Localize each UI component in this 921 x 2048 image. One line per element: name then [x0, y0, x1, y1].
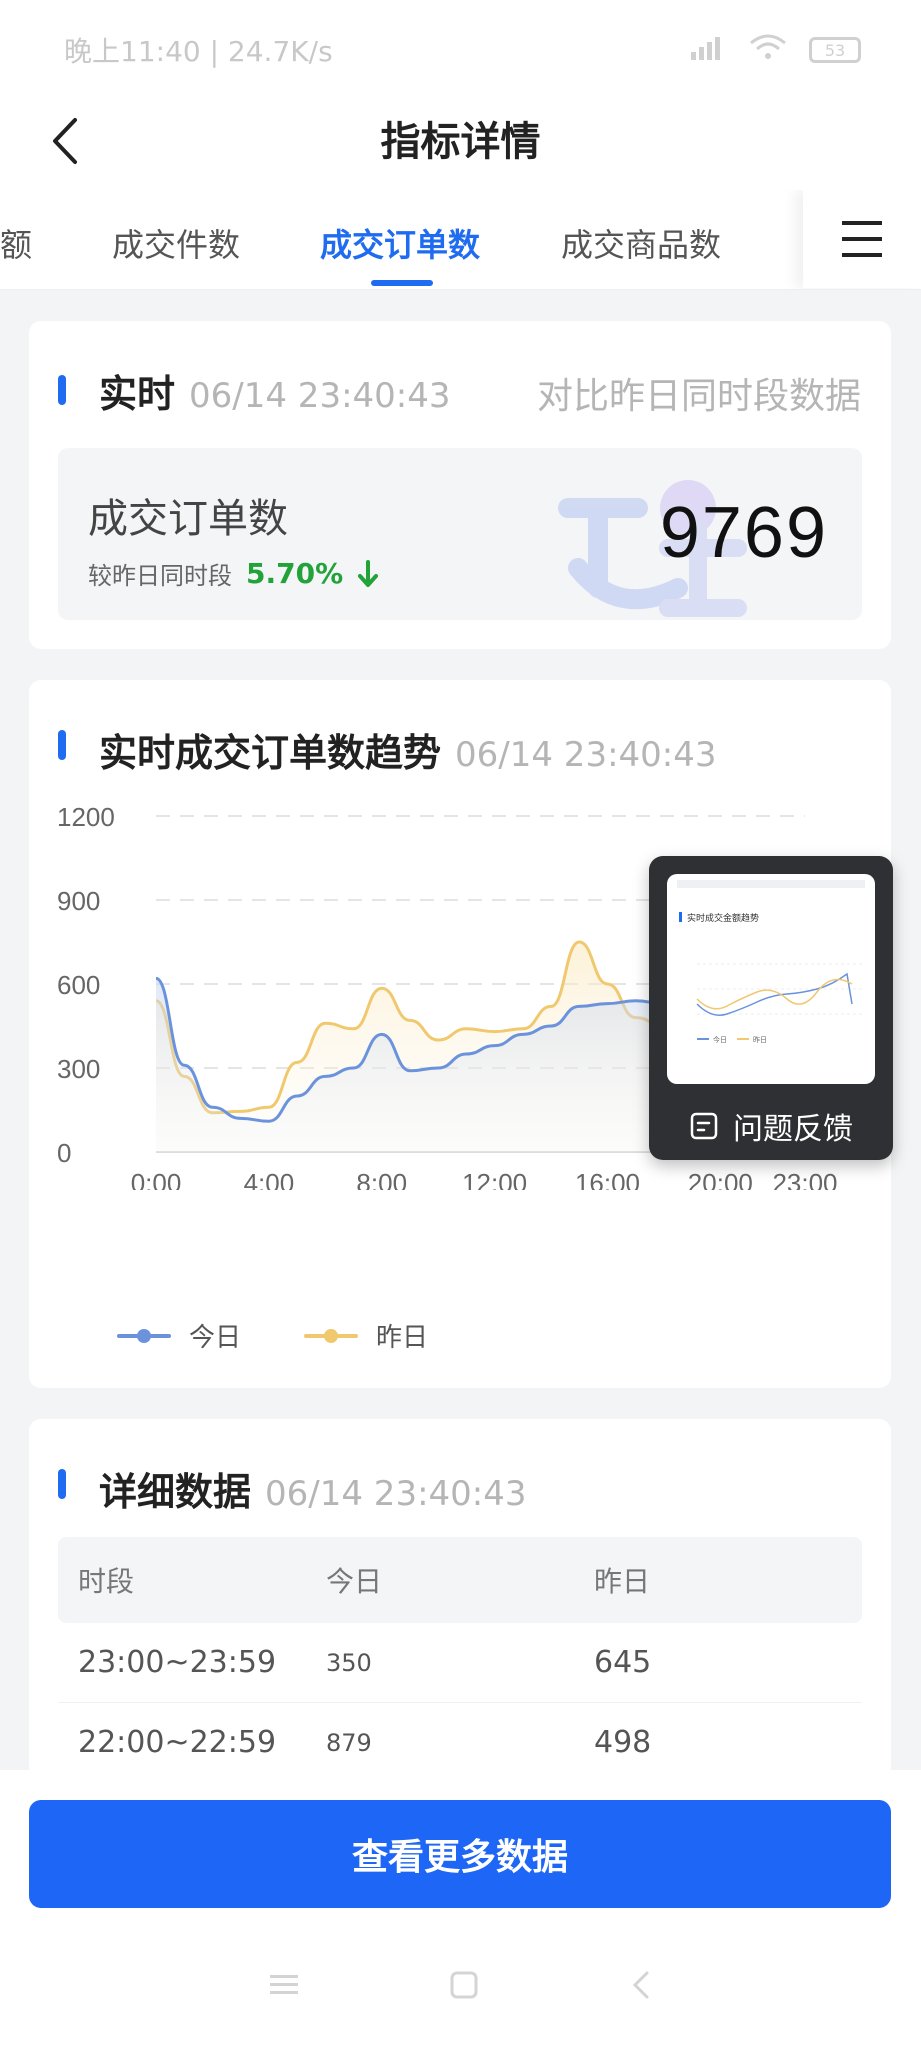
home-icon[interactable]	[449, 1970, 479, 2000]
feedback-button[interactable]: 问题反馈	[689, 1104, 853, 1148]
metric-compare: 较昨日同时段 5.70%	[88, 556, 379, 591]
battery-icon: 53	[809, 37, 861, 63]
trend-time: 06/14 23:40:43	[455, 735, 717, 775]
x-tick-label: 20:00	[688, 1168, 753, 1190]
arrow-down-icon	[358, 559, 379, 587]
legend-yesterday-label: 昨日	[376, 1323, 429, 1353]
detail-table: 时段 今日 昨日 23:00~23:59 350 645 22:00~22:59…	[58, 1537, 862, 1783]
column-header-period: 时段	[78, 1565, 135, 1598]
wifi-icon	[749, 33, 787, 68]
tab-item-count[interactable]: 成交件数	[112, 220, 240, 266]
detail-title: 详细数据	[99, 1470, 252, 1514]
column-header-today: 今日	[326, 1565, 383, 1598]
realtime-title: 实时	[99, 372, 176, 416]
trend-header: 实时成交订单数趋势 06/14 23:40:43	[99, 722, 717, 777]
cell-today: 879	[326, 1728, 372, 1757]
thumbnail-preview: 实时成交金额趋势 今日 昨日	[677, 880, 865, 1044]
signal-icon	[691, 34, 727, 67]
table-row: 23:00~23:59 350 645	[58, 1623, 862, 1703]
x-tick-label: 12:00	[462, 1168, 527, 1190]
section-marker	[58, 1469, 66, 1499]
x-tick-label: 23:00	[772, 1168, 837, 1190]
thumbnail-title: 实时成交金额趋势	[687, 912, 759, 924]
legend-today-label: 今日	[189, 1323, 242, 1353]
active-tab-indicator	[371, 280, 433, 286]
footer: 查看更多数据	[0, 1770, 921, 2048]
y-tick-label: 900	[57, 886, 100, 916]
y-tick-label: 1200	[57, 802, 115, 832]
view-more-data-button[interactable]: 查看更多数据	[29, 1800, 891, 1908]
trend-title: 实时成交订单数趋势	[99, 731, 442, 775]
detail-time: 06/14 23:40:43	[265, 1474, 527, 1514]
x-tick-label: 0:00	[131, 1168, 182, 1190]
status-bar: 晚上11:40 | 24.7K/s 53	[0, 0, 921, 100]
status-icons: 53	[691, 33, 861, 68]
tab-product-count[interactable]: 成交商品数	[561, 220, 721, 266]
column-header-yesterday: 昨日	[594, 1565, 651, 1598]
cell-yesterday: 498	[594, 1725, 652, 1760]
tab-order-count[interactable]: 成交订单数	[320, 220, 480, 266]
x-tick-label: 4:00	[244, 1168, 295, 1190]
y-tick-label: 0	[57, 1138, 71, 1168]
edit-note-icon	[690, 1112, 718, 1140]
detail-header: 详细数据 06/14 23:40:43	[99, 1461, 527, 1516]
table-header: 时段 今日 昨日	[58, 1537, 862, 1623]
y-tick-label: 300	[57, 1054, 100, 1084]
compare-percent: 5.70%	[246, 557, 344, 590]
feedback-label: 问题反馈	[733, 1112, 853, 1147]
realtime-header: 实时 06/14 23:40:43	[99, 363, 451, 418]
thumbnail-legend-yesterday: 昨日	[753, 1035, 767, 1044]
realtime-card: 实时 06/14 23:40:43 对比昨日同时段数据 成交订单数 较昨日同时段…	[29, 321, 891, 649]
legend-today-swatch-icon	[117, 1328, 171, 1343]
cell-today: 350	[326, 1648, 372, 1677]
legend-yesterday[interactable]: 昨日	[304, 1317, 428, 1354]
screenshot-thumbnail[interactable]: 实时成交金额趋势 今日 昨日	[667, 874, 875, 1084]
system-back-icon[interactable]	[629, 1970, 653, 2000]
legend-yesterday-swatch-icon	[304, 1328, 358, 1343]
thumbnail-legend-today: 今日	[713, 1035, 727, 1044]
legend-today[interactable]: 今日	[117, 1317, 241, 1354]
metric-name: 成交订单数	[88, 496, 288, 542]
system-nav-bar	[0, 1955, 921, 2015]
compare-yesterday-link[interactable]: 对比昨日同时段数据	[537, 367, 861, 419]
realtime-time: 06/14 23:40:43	[189, 376, 451, 416]
feedback-floating-panel[interactable]: 实时成交金额趋势 今日 昨日 问题反馈	[649, 856, 893, 1160]
cell-period: 22:00~22:59	[78, 1725, 277, 1760]
status-time-speed: 晚上11:40 | 24.7K/s	[64, 35, 333, 68]
menu-button[interactable]	[803, 190, 921, 288]
recent-apps-icon[interactable]	[269, 1972, 299, 1998]
y-tick-label: 600	[57, 970, 100, 1000]
tab-amount[interactable]: 额	[0, 220, 32, 266]
x-tick-label: 16:00	[575, 1168, 640, 1190]
cell-period: 23:00~23:59	[78, 1645, 277, 1680]
section-marker	[58, 730, 66, 760]
x-tick-label: 8:00	[356, 1168, 407, 1190]
metric-value: 9769	[659, 493, 828, 573]
cell-yesterday: 645	[594, 1645, 652, 1680]
section-marker	[58, 375, 66, 405]
page-title: 指标详情	[380, 119, 541, 165]
menu-icon	[842, 221, 882, 257]
metric-tabs: 额 成交件数 成交订单数 成交商品数	[0, 190, 921, 290]
detail-card: 详细数据 06/14 23:40:43 时段 今日 昨日 23:00~23:59…	[29, 1419, 891, 1783]
header: 指标详情	[0, 100, 921, 190]
compare-prefix: 较昨日同时段	[88, 562, 232, 590]
metric-summary: 成交订单数 较昨日同时段 5.70% 9769	[58, 448, 862, 620]
